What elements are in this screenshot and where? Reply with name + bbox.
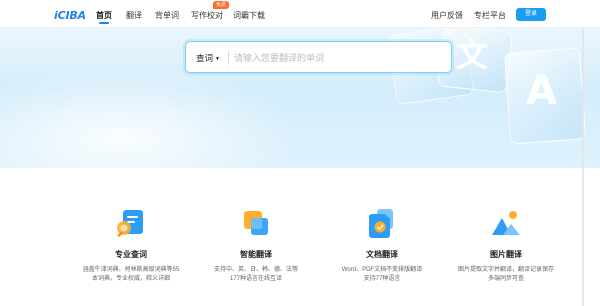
nav-item-translate[interactable]: 翻译	[126, 10, 142, 21]
page-edge-divider	[582, 0, 584, 306]
image-translate-icon	[492, 211, 520, 235]
search-type-label: 查词	[196, 53, 214, 63]
feature-dictionary[interactable]: 专业查词 涵盖牛津词典、柯林斯高级词典等55 本词典。专业权威，释义详细	[76, 206, 186, 284]
nav-item-column-platform[interactable]: 专栏平台	[474, 10, 506, 21]
search-input[interactable]	[234, 48, 444, 68]
decor-glyph-wen: 文	[456, 36, 489, 74]
feature-title: 文档翻译	[366, 250, 398, 259]
hero-glow	[0, 68, 300, 168]
smart-translate-icon	[244, 211, 268, 235]
nav-item-home[interactable]: 首页	[96, 10, 112, 21]
search-type-dropdown[interactable]: 查词 ▼	[196, 52, 220, 64]
nav-item-vocabulary[interactable]: 背单词	[155, 10, 179, 21]
dictionary-lookup-icon	[117, 210, 143, 237]
nav-item-feedback[interactable]: 用户反馈	[431, 10, 463, 21]
feature-desc: 涵盖牛津词典、柯林斯高级词典等55 本词典。专业权威，释义详细	[82, 267, 180, 282]
feature-section: 专业查词 涵盖牛津词典、柯林斯高级词典等55 本词典。专业权威，释义详细 智能翻译…	[0, 168, 600, 306]
feature-smart-translate[interactable]: 智能翻译 支持中、英、日、韩、德、法等 177种语言在线互译	[201, 206, 311, 284]
feature-title: 专业查词	[115, 250, 147, 259]
feature-title: 图片翻译	[490, 250, 522, 259]
iciba-logo[interactable]: iCIBA	[54, 9, 86, 22]
feature-desc: 支持中、英、日、韩、德、法等 177种语言在线互译	[213, 267, 298, 282]
caret-down-icon: ▼	[215, 55, 220, 62]
nav-item-writing-check[interactable]: 写作校对	[191, 10, 223, 21]
top-nav: iCIBA 首页 翻译 背单词 写作校对 免费 词霸下载 用户反馈 专栏平台 登…	[0, 0, 600, 28]
feature-image-translate[interactable]: 图片翻译 图片提取文字并翻译，翻译记录保存 多端同步可查	[451, 206, 561, 284]
search-divider	[228, 51, 229, 65]
search-box: 查词 ▼	[185, 41, 452, 73]
free-badge: 免费	[213, 1, 230, 9]
login-button[interactable]: 登录	[516, 8, 546, 21]
feature-title: 智能翻译	[240, 250, 272, 259]
nav-item-download[interactable]: 词霸下载	[233, 10, 265, 21]
nav-active-indicator	[99, 22, 109, 24]
feature-document-translate[interactable]: 文档翻译 Word、PDF文档不变排版翻译 支持77种语言	[327, 206, 437, 284]
document-translate-icon	[369, 209, 393, 238]
feature-desc: 图片提取文字并翻译，翻译记录保存 多端同步可查	[457, 267, 554, 282]
feature-desc: Word、PDF文档不变排版翻译 支持77种语言	[341, 267, 423, 282]
decor-glyph-a: A	[526, 68, 557, 114]
